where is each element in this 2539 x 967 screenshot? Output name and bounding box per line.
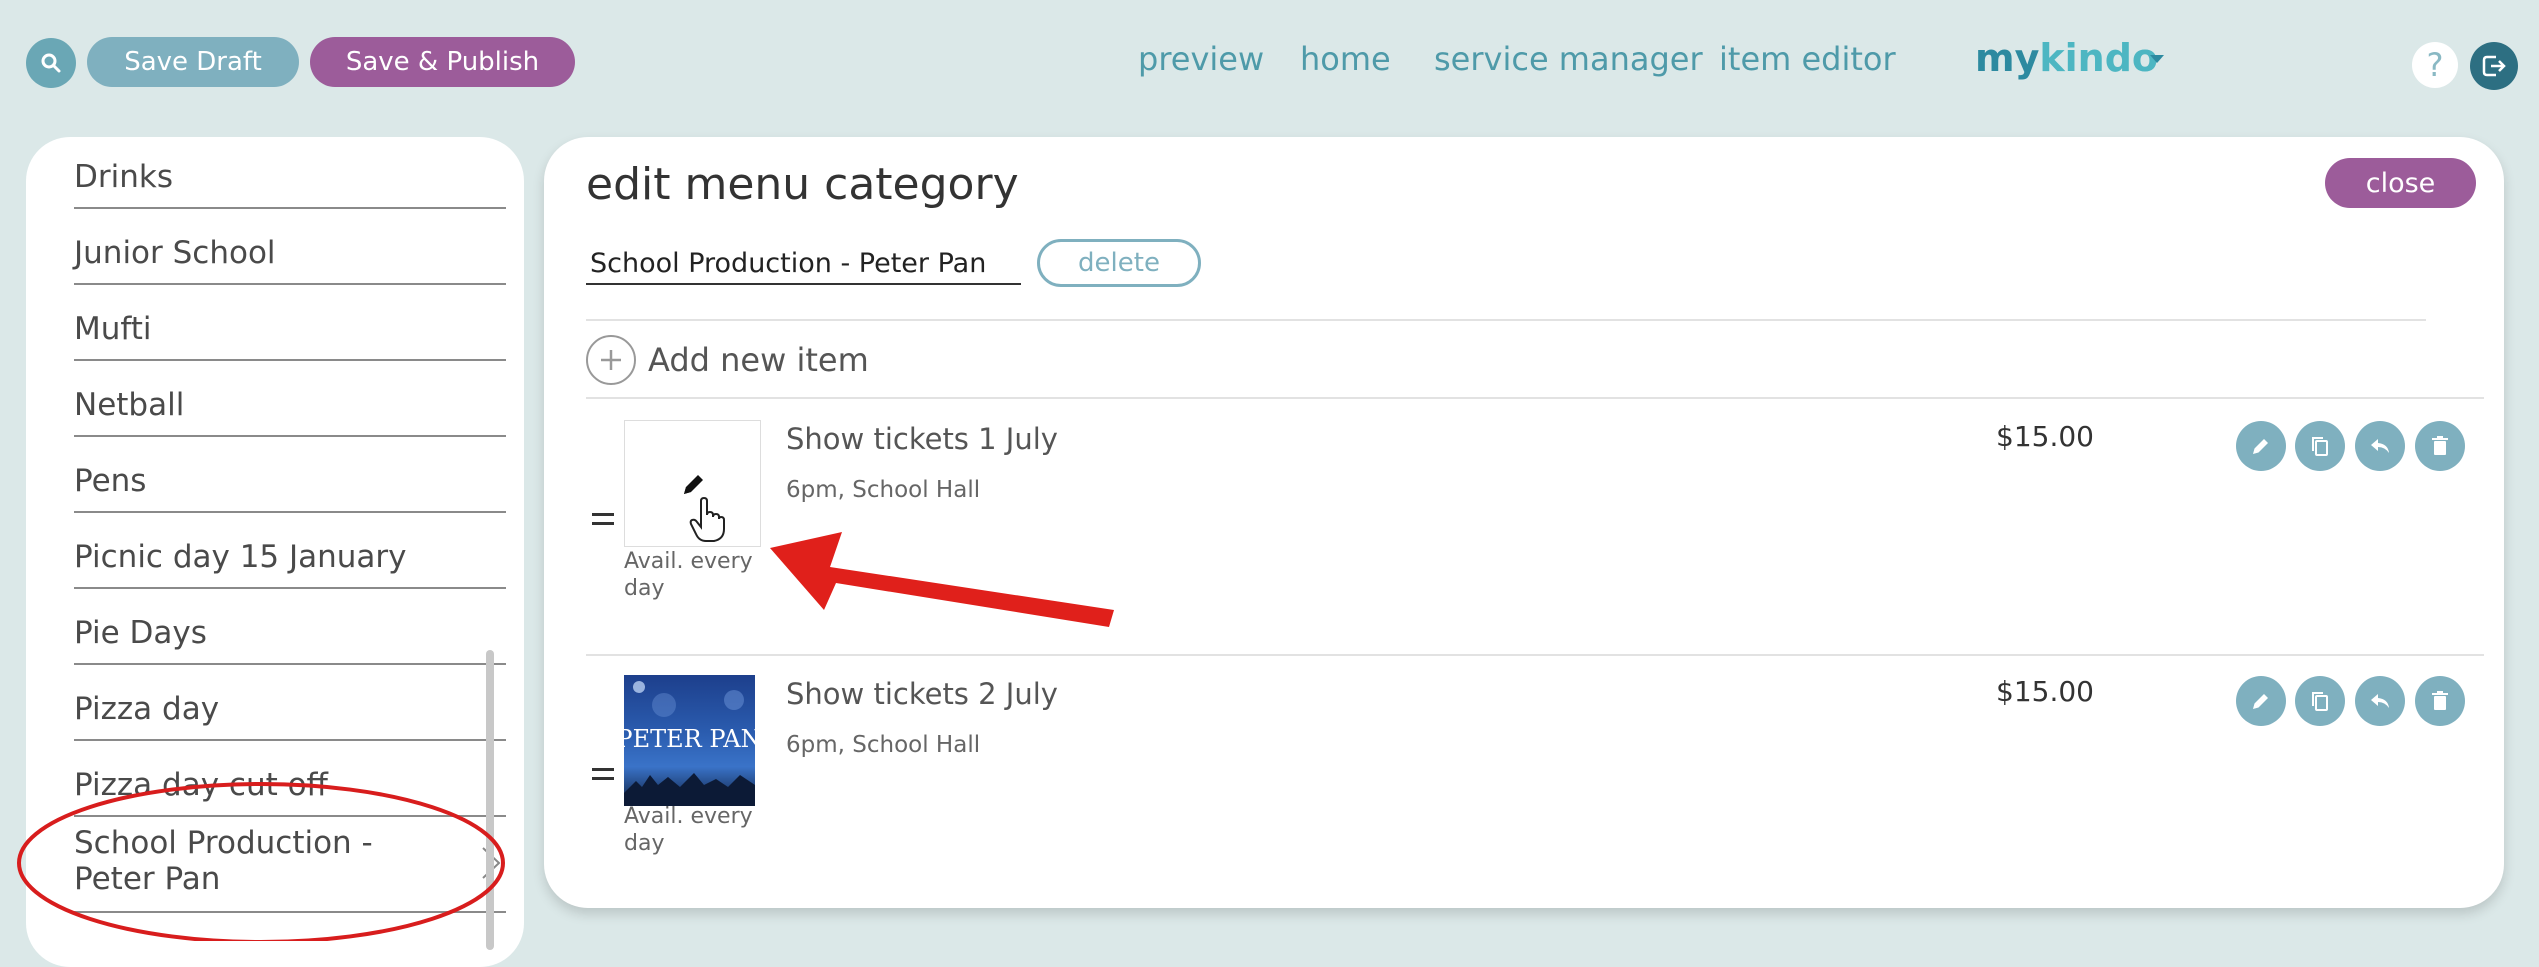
sidebar-item-label-line1: School Production - — [74, 825, 373, 861]
delete-item-button[interactable] — [2415, 421, 2465, 471]
poster-title: PETER PAN — [624, 725, 755, 753]
add-new-item-button[interactable]: Add new item — [586, 332, 869, 388]
edit-item-button[interactable] — [2236, 676, 2286, 726]
save-publish-button[interactable]: Save & Publish — [310, 37, 575, 87]
close-button[interactable]: close — [2325, 158, 2476, 208]
sidebar-item-school-production[interactable]: School Production - Peter Pan — [74, 817, 506, 913]
nav-link-service-manager[interactable]: service manager — [1434, 40, 1703, 78]
availability-line1: Avail. every — [624, 549, 753, 574]
sidebar-item-netball[interactable]: Netball — [74, 361, 506, 437]
sidebar-item-label: Junior School — [74, 235, 276, 271]
search-icon — [41, 53, 61, 73]
sidebar-item-junior-school[interactable]: Junior School — [74, 209, 506, 285]
item-name: Show tickets 1 July — [786, 422, 1058, 456]
sidebar-item-label: School Production - Peter Pan — [74, 825, 373, 897]
trash-icon — [2432, 691, 2448, 710]
edit-item-button[interactable] — [2236, 421, 2286, 471]
sidebar-item-pizza-day-cut-off[interactable]: Pizza day cut off — [74, 741, 506, 817]
sidebar-item-label: Pizza day cut off — [74, 767, 328, 803]
trash-icon — [2432, 436, 2448, 455]
sidebar-item-label: Pizza day — [74, 691, 220, 727]
edit-category-panel: edit menu category close delete Add new … — [544, 137, 2504, 908]
category-sidebar: Drinks Junior School Mufti Netball Pens … — [26, 137, 524, 967]
nav-link-item-editor[interactable]: item editor — [1719, 40, 1896, 78]
divider — [586, 397, 2484, 399]
pencil-icon — [684, 475, 703, 494]
move-item-button[interactable] — [2355, 676, 2405, 726]
delete-item-button[interactable] — [2415, 676, 2465, 726]
brand-logo[interactable]: mykindo — [1975, 36, 2158, 80]
reply-icon — [2371, 439, 2389, 453]
sidebar-item-pens[interactable]: Pens — [74, 437, 506, 513]
category-name-input[interactable] — [586, 243, 1021, 285]
availability-line2: day — [624, 831, 665, 856]
sidebar-item-label: Mufti — [74, 311, 152, 347]
sidebar-item-drinks[interactable]: Drinks — [74, 153, 506, 209]
item-price: $15.00 — [1996, 675, 2094, 708]
sidebar-item-label: Pie Days — [74, 615, 207, 651]
pencil-icon — [2253, 694, 2268, 709]
logout-button[interactable] — [2470, 42, 2518, 90]
item-name: Show tickets 2 July — [786, 677, 1058, 711]
delete-category-button[interactable]: delete — [1037, 239, 1201, 287]
divider — [586, 319, 2426, 321]
help-icon: ? — [2426, 46, 2444, 84]
hand-cursor-icon — [689, 497, 725, 542]
move-item-button[interactable] — [2355, 421, 2405, 471]
item-price: $15.00 — [1996, 420, 2094, 453]
peter-pan-poster-image: PETER PAN — [624, 681, 755, 806]
nav-link-home[interactable]: home — [1300, 40, 1391, 78]
sidebar-item-label: Picnic day 15 January — [74, 539, 407, 575]
search-button[interactable] — [26, 38, 76, 88]
pencil-icon — [2253, 439, 2268, 454]
sidebar-scrollbar[interactable] — [486, 650, 494, 950]
brand-part-my: my — [1975, 36, 2040, 80]
plus-icon — [586, 335, 636, 385]
item-availability: Avail. every day — [624, 548, 764, 602]
availability-line1: Avail. every — [624, 804, 753, 829]
drag-handle-icon[interactable] — [592, 513, 614, 525]
menu-item-row: Avail. every day Show tickets 1 July 6pm… — [544, 400, 2504, 655]
duplicate-item-button[interactable] — [2295, 421, 2345, 471]
item-availability: Avail. every day — [624, 803, 764, 857]
item-description: 6pm, School Hall — [786, 732, 981, 758]
help-button[interactable]: ? — [2412, 42, 2458, 88]
copy-icon — [2312, 437, 2328, 456]
logout-icon — [2482, 55, 2506, 77]
sidebar-item-pie-days[interactable]: Pie Days — [74, 589, 506, 665]
sidebar-item-label-line2: Peter Pan — [74, 861, 221, 897]
top-bar: Save Draft Save & Publish preview home s… — [0, 0, 2539, 125]
sidebar-item-picnic-day[interactable]: Picnic day 15 January — [74, 513, 506, 589]
save-draft-button[interactable]: Save Draft — [87, 37, 299, 87]
drag-handle-icon[interactable] — [592, 768, 614, 780]
add-new-item-label: Add new item — [648, 341, 869, 379]
caret-down-icon[interactable] — [2150, 55, 2164, 63]
availability-line2: day — [624, 576, 665, 601]
sidebar-item-label: Netball — [74, 387, 185, 423]
sidebar-item-pizza-day[interactable]: Pizza day — [74, 665, 506, 741]
duplicate-item-button[interactable] — [2295, 676, 2345, 726]
copy-icon — [2312, 692, 2328, 711]
item-image[interactable]: PETER PAN — [624, 675, 755, 806]
item-image-upload[interactable] — [624, 420, 761, 547]
sidebar-item-mufti[interactable]: Mufti — [74, 285, 506, 361]
sidebar-item-label: Drinks — [74, 159, 173, 195]
reply-icon — [2371, 694, 2389, 708]
item-description: 6pm, School Hall — [786, 477, 981, 503]
sidebar-item-label: Pens — [74, 463, 147, 499]
panel-title: edit menu category — [586, 159, 1019, 210]
brand-part-kindo: kindo — [2039, 36, 2159, 80]
menu-item-row: PETER PAN Avail. every day Show tickets … — [544, 655, 2504, 910]
nav-link-preview[interactable]: preview — [1138, 40, 1264, 78]
